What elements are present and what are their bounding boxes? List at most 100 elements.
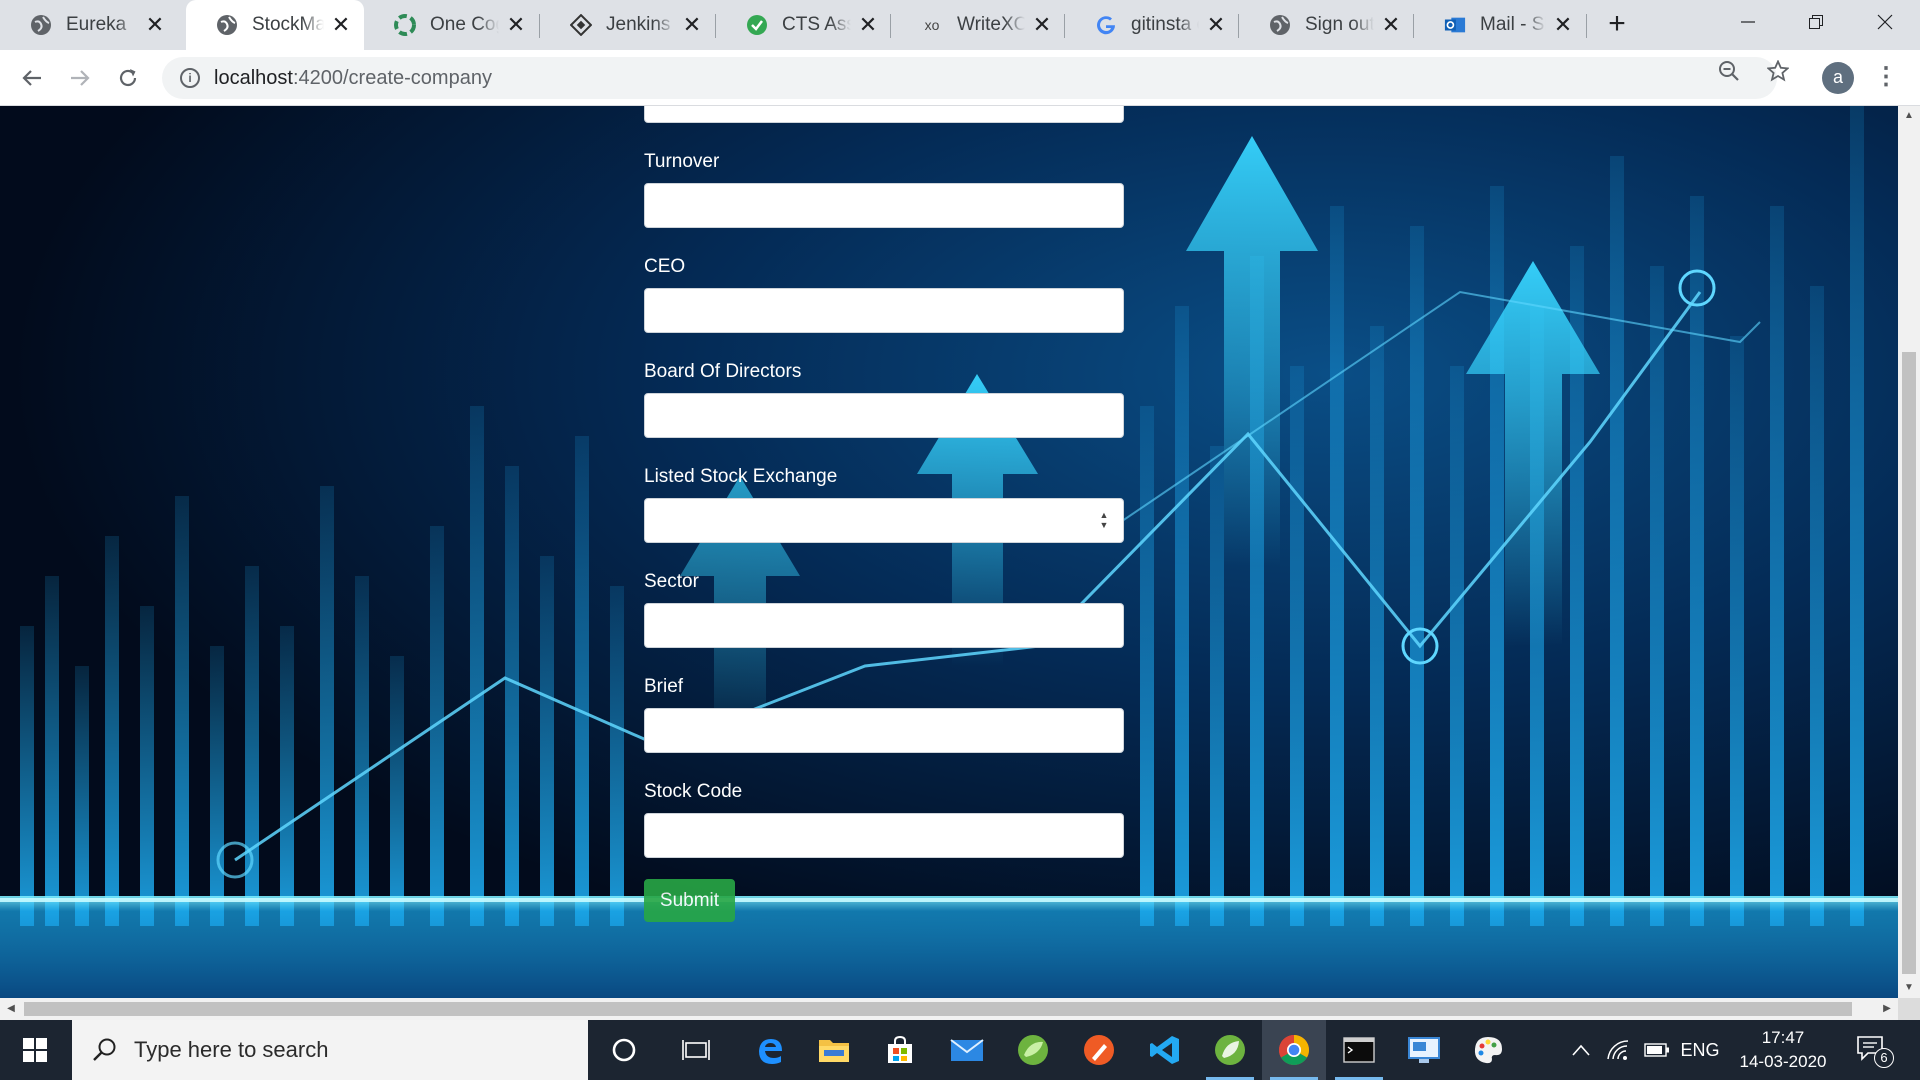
close-tab-icon[interactable]: ✕ [505, 12, 527, 37]
tab-cts-assessment[interactable]: CTS Assessment ✕ [716, 0, 891, 50]
address-bar[interactable]: i localhost:4200/create-company [162, 57, 1777, 99]
create-company-form: Turnover CEO Board Of Directors Listed S… [644, 106, 1124, 922]
horizontal-scrollbar[interactable]: ◀ ▶ [0, 998, 1898, 1020]
terminal-icon[interactable] [1327, 1020, 1391, 1080]
ceo-input[interactable] [644, 288, 1124, 333]
google-icon [1095, 14, 1117, 36]
stock-code-input[interactable] [644, 813, 1124, 858]
top-partial-field[interactable] [644, 106, 1124, 123]
url-host: localhost [214, 66, 293, 89]
search-icon [93, 1038, 116, 1061]
mail-icon[interactable] [935, 1020, 999, 1080]
board-of-directors-input[interactable] [644, 393, 1124, 438]
scroll-left-icon[interactable]: ◀ [0, 998, 22, 1020]
tab-title: Mail - Shi [1480, 14, 1546, 35]
tab-one-cognizant[interactable]: One Cognizant ✕ [364, 0, 539, 50]
tab-title: WriteXO - [957, 14, 1025, 35]
remote-desktop-icon[interactable] [1392, 1020, 1456, 1080]
board-of-directors-label: Board Of Directors [644, 361, 802, 382]
reload-icon [119, 69, 137, 87]
tab-title: Sign out [1305, 14, 1374, 35]
tab-title: Eureka [66, 14, 127, 35]
listed-stock-exchange-input[interactable] [644, 498, 1124, 543]
profile-avatar[interactable]: a [1822, 62, 1854, 94]
new-tab-button[interactable]: + [1602, 9, 1632, 40]
globe-icon [1269, 14, 1291, 36]
tab-title: StockMarket [252, 14, 324, 35]
submit-button[interactable]: Submit [644, 879, 735, 922]
tab-title: gitinsta co [1131, 14, 1199, 35]
scroll-up-icon[interactable]: ▲ [1898, 106, 1920, 126]
zoom-icon[interactable] [1716, 58, 1742, 84]
spring-tool-suite-icon[interactable] [1001, 1020, 1065, 1080]
back-button[interactable] [14, 60, 50, 96]
stock-code-label: Stock Code [644, 781, 743, 802]
number-spinner-icon[interactable]: ▲ ▼ [1098, 510, 1110, 532]
more-menu-icon[interactable]: ⋮ [1874, 62, 1898, 94]
postman-icon[interactable] [1067, 1020, 1131, 1080]
tab-sign-out[interactable]: Sign out ✕ [1239, 0, 1414, 50]
minimize-button[interactable] [1714, 0, 1782, 44]
start-button[interactable] [0, 1020, 70, 1080]
tab-gitinsta[interactable]: gitinsta co ✕ [1065, 0, 1239, 50]
close-tab-icon[interactable]: ✕ [681, 12, 703, 37]
url-text: localhost:4200/create-company [214, 67, 492, 90]
cortana-icon[interactable] [592, 1020, 656, 1080]
reload-button[interactable] [110, 60, 146, 96]
tab-jenkins[interactable]: Jenkins â€“ ✕ [540, 0, 715, 50]
tab-writexo[interactable]: xo WriteXO - ✕ [891, 0, 1065, 50]
scroll-right-icon[interactable]: ▶ [1876, 998, 1898, 1020]
close-tab-icon[interactable]: ✕ [144, 12, 166, 37]
clock-time: 17:47 [1761, 1028, 1805, 1047]
restore-button[interactable] [1782, 0, 1850, 44]
sector-input[interactable] [644, 603, 1124, 648]
tab-mail[interactable]: Mail - Shi ✕ [1414, 0, 1586, 50]
site-info-icon[interactable]: i [180, 68, 200, 88]
battery-icon[interactable] [1640, 1020, 1674, 1080]
tab-stockmarket[interactable]: StockMarket ✕ [186, 0, 364, 50]
tab-eureka[interactable]: Eureka ✕ [0, 0, 178, 50]
vertical-scrollbar[interactable]: ▲ ▼ [1898, 106, 1920, 998]
store-icon[interactable] [868, 1020, 932, 1080]
globe-icon [30, 14, 52, 36]
language-indicator[interactable]: ENG [1680, 1020, 1720, 1080]
close-tab-icon[interactable]: ✕ [1380, 12, 1402, 37]
close-tab-icon[interactable]: ✕ [330, 12, 352, 37]
windows-logo-icon [23, 1038, 47, 1062]
system-clock[interactable]: 17:47 14-03-2020 [1726, 1026, 1840, 1074]
turnover-label: Turnover [644, 151, 720, 172]
bookmark-star-icon[interactable] [1765, 58, 1791, 84]
brief-label: Brief [644, 676, 684, 697]
close-window-button[interactable] [1850, 0, 1920, 44]
scroll-down-icon[interactable]: ▼ [1898, 978, 1920, 998]
close-tab-icon[interactable]: ✕ [1205, 12, 1227, 37]
sector-label: Sector [644, 571, 699, 592]
turnover-input[interactable] [644, 183, 1124, 228]
show-hidden-icons-icon[interactable] [1566, 1020, 1596, 1080]
clock-date: 14-03-2020 [1739, 1052, 1827, 1071]
jenkins-icon [570, 14, 592, 36]
chrome-icon[interactable] [1262, 1020, 1326, 1080]
wifi-icon[interactable] [1602, 1020, 1634, 1080]
page-viewport: Turnover CEO Board Of Directors Listed S… [0, 106, 1898, 998]
url-path: :4200/create-company [292, 66, 492, 89]
edge-icon[interactable] [738, 1020, 802, 1080]
ceo-label: CEO [644, 256, 686, 277]
close-tab-icon[interactable]: ✕ [857, 12, 879, 37]
vertical-scroll-thumb[interactable] [1902, 352, 1916, 974]
windows-taskbar: Type here to search ENG 17:47 14-03-2020… [0, 1020, 1920, 1080]
action-center-button[interactable]: 6 [1856, 1034, 1896, 1068]
spring-icon[interactable] [1198, 1020, 1262, 1080]
horizontal-scroll-thumb[interactable] [24, 1002, 1852, 1016]
file-explorer-icon[interactable] [802, 1020, 866, 1080]
close-tab-icon[interactable]: ✕ [1031, 12, 1053, 37]
paint-icon[interactable] [1456, 1020, 1520, 1080]
taskbar-search-box[interactable]: Type here to search [72, 1020, 588, 1080]
close-tab-icon[interactable]: ✕ [1552, 12, 1574, 37]
outlook-icon [1444, 14, 1466, 36]
brief-input[interactable] [644, 708, 1124, 753]
task-view-icon[interactable] [664, 1020, 728, 1080]
search-placeholder: Type here to search [134, 1037, 329, 1062]
vscode-icon[interactable] [1133, 1020, 1197, 1080]
forward-button[interactable] [62, 60, 98, 96]
